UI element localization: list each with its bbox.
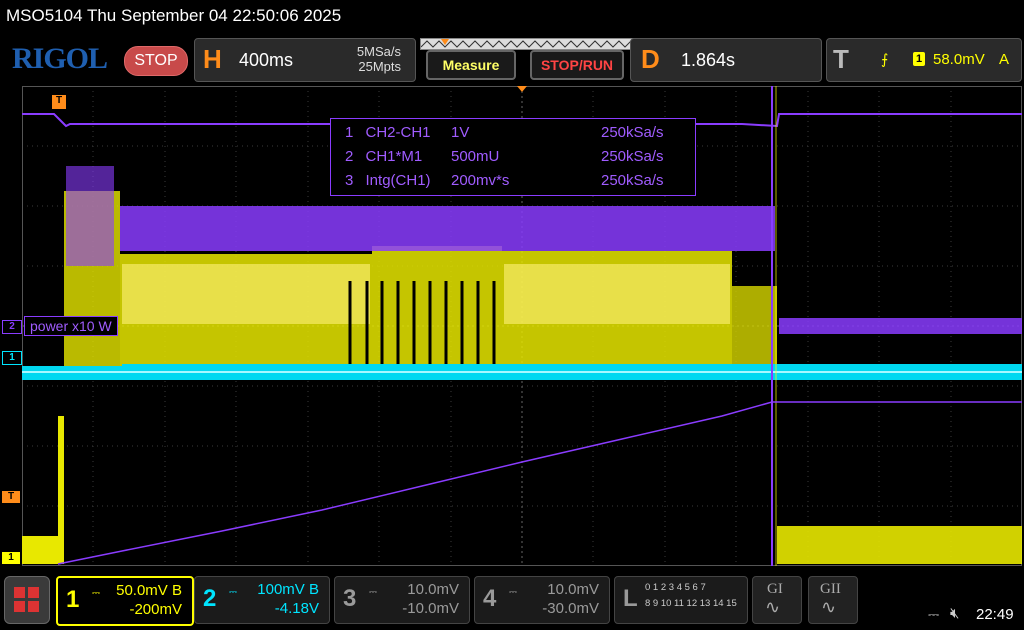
math-row-1: 1 CH2-CH1 1V 250kSa/s <box>345 124 664 141</box>
trigger-level: 58.0mV <box>933 51 985 68</box>
ch2-offset-marker[interactable]: 2 <box>2 320 22 334</box>
math-index: 3 <box>345 172 354 189</box>
ch3-number: 3 <box>343 585 357 612</box>
trigger-source: 1 <box>913 52 925 66</box>
ch4-scale: 10.0mV <box>547 581 599 598</box>
trigger-panel[interactable]: T ⨍ 1 58.0mV A <box>826 38 1022 82</box>
ch2-trace <box>22 364 1022 380</box>
memory-position-bar[interactable] <box>420 38 634 50</box>
ch1-box[interactable]: 1 ⎓ 50.0mV B -200mV <box>56 576 194 626</box>
dc-coupling-icon: ⎓ <box>92 588 100 599</box>
horizontal-letter: H <box>203 44 222 74</box>
gii-label: GII <box>820 581 841 597</box>
speaker-muted-icon[interactable]: 🔇︎ <box>950 605 959 622</box>
math-rate: 250kSa/s <box>601 148 664 165</box>
ch2-bw: B <box>308 581 319 598</box>
timebase-value: 400ms <box>239 50 294 70</box>
logic-row-1: 0 1 2 3 4 5 6 7 <box>645 582 706 593</box>
usb-icon: ⎓ <box>928 606 940 622</box>
delay-value: 1.864s <box>681 50 736 70</box>
ch4-offset: -30.0mV <box>542 600 599 617</box>
channel-bar: 1 ⎓ 50.0mV B -200mV 2 ⎓ 100mV B -4.18V 3… <box>0 570 1024 630</box>
math-rate: 250kSa/s <box>601 172 664 189</box>
app-menu-button[interactable] <box>4 576 50 624</box>
math-expr: CH2-CH1 <box>365 124 431 141</box>
math-rate: 250kSa/s <box>601 124 664 141</box>
math-index: 2 <box>345 148 354 165</box>
trigger-letter: T <box>833 44 849 74</box>
menu-grid-icon <box>14 587 39 612</box>
memory-position-icon <box>421 39 632 48</box>
logic-box[interactable]: L 0 1 2 3 4 5 6 7 8 9 10 11 12 13 14 15 <box>614 576 748 624</box>
dc-coupling-icon: ⎓ <box>369 587 377 598</box>
wave-icon: ∿ <box>821 597 837 617</box>
gii-button[interactable]: GII ∿ <box>808 576 858 624</box>
window-title: MSO5104 Thu September 04 22:50:06 2025 <box>6 6 342 25</box>
logic-letter: L <box>623 585 638 612</box>
ch2-scale-value: 100mV <box>257 581 305 598</box>
math-scale: 200mv*s <box>451 172 510 189</box>
trigger-marker-top[interactable]: T <box>52 95 66 109</box>
ch1-bw: B <box>171 582 182 599</box>
ch2-box[interactable]: 2 ⎓ 100mV B -4.18V <box>194 576 330 624</box>
ch1-scale-value: 50.0mV <box>116 582 168 599</box>
ch1-offset-marker[interactable]: 1 <box>2 552 20 564</box>
math-row-2: 2 CH1*M1 500mU 250kSa/s <box>345 148 664 165</box>
delay-panel[interactable]: D 1.864s <box>630 38 822 82</box>
top-toolbar: RIGOL STOP H 400ms 5MSa/s 25Mpts Measure… <box>0 34 1024 84</box>
ch3-offset: -10.0mV <box>402 600 459 617</box>
ch1-scale: 50.0mV B <box>116 582 182 599</box>
logic-row-2: 8 9 10 11 12 13 14 15 <box>645 598 737 609</box>
run-state-button[interactable]: STOP <box>124 46 188 76</box>
ch3-box[interactable]: 3 ⎓ 10.0mV -10.0mV <box>334 576 470 624</box>
rising-edge-icon: ⨍ <box>881 51 889 67</box>
measure-button[interactable]: Measure <box>426 50 516 80</box>
ch2-number: 2 <box>203 585 217 612</box>
dc-coupling-icon: ⎓ <box>229 587 237 598</box>
horizontal-panel[interactable]: H 400ms 5MSa/s 25Mpts <box>194 38 416 82</box>
ch3-scale: 10.0mV <box>407 581 459 598</box>
logic-channels: 0 1 2 3 4 5 6 7 8 9 10 11 12 13 14 15 <box>645 580 737 612</box>
memory-depth: 25Mpts <box>358 59 401 74</box>
wave-icon: ∿ <box>765 597 781 617</box>
ch4-box[interactable]: 4 ⎓ 10.0mV -30.0mV <box>474 576 610 624</box>
delay-letter: D <box>641 44 660 74</box>
clock: 22:49 <box>976 606 1014 623</box>
math-expr: CH1*M1 <box>365 148 423 165</box>
math-expr: Intg(CH1) <box>365 172 431 189</box>
math-index: 1 <box>345 124 354 141</box>
math-info-box[interactable]: 1 CH2-CH1 1V 250kSa/s 2 CH1*M1 500mU 250… <box>330 118 696 196</box>
stop-run-button[interactable]: STOP/RUN <box>530 50 624 80</box>
ch2-offset: -4.18V <box>274 600 319 617</box>
ch2-scale: 100mV B <box>257 581 319 598</box>
math-scale: 1V <box>451 124 470 141</box>
trigger-level-marker[interactable]: T <box>2 491 20 503</box>
ch4-number: 4 <box>483 585 497 612</box>
waveform-label[interactable]: power x10 W <box>24 316 118 336</box>
dc-coupling-icon: ⎓ <box>509 587 517 598</box>
title-bar: MSO5104 Thu September 04 22:50:06 2025 <box>0 0 1024 32</box>
trigger-mode: A <box>999 51 1010 68</box>
ch1-math-offset-marker[interactable]: 1 <box>2 351 22 365</box>
ch1-number: 1 <box>66 586 80 613</box>
rigol-logo: RIGOL <box>12 42 108 75</box>
math-scale: 500mU <box>451 148 500 165</box>
sample-rate: 5MSa/s <box>356 44 401 59</box>
gi-button[interactable]: GI ∿ <box>752 576 802 624</box>
ch1-offset: -200mV <box>129 601 182 618</box>
gi-label: GI <box>767 581 783 597</box>
math-row-3: 3 Intg(CH1) 200mv*s 250kSa/s <box>345 172 664 189</box>
